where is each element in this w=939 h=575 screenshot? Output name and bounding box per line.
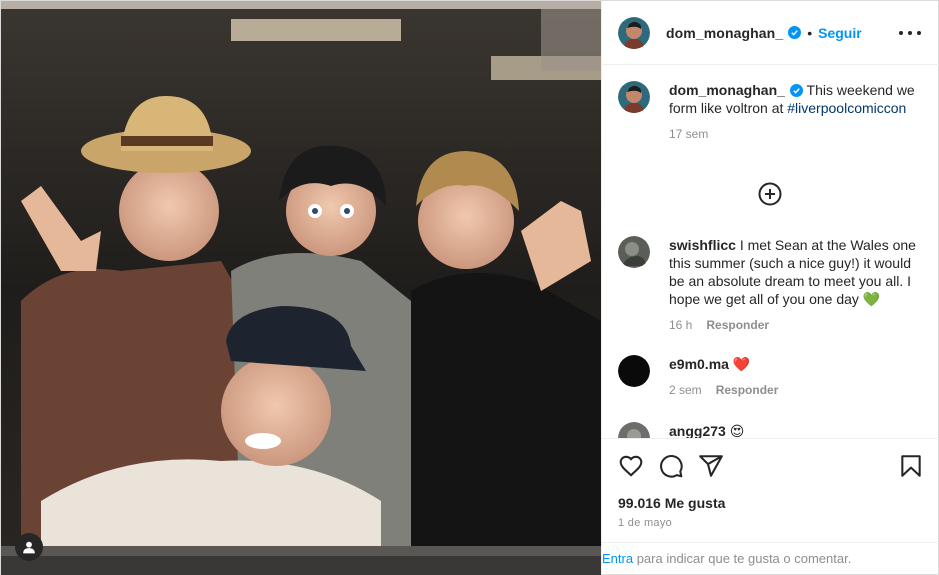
login-prompt-text: para indicar que te gusta o comentar. [633, 551, 852, 566]
comment-timestamp[interactable]: 16 h [669, 318, 692, 332]
commenter-avatar[interactable] [618, 236, 650, 268]
login-link[interactable]: Entra [602, 551, 633, 566]
comment-text: swishflicc I met Sean at the Wales one t… [669, 236, 923, 308]
comments-section: dom_monaghan_ This weekend we form like … [602, 66, 939, 438]
comment-item: angg273 😍 [618, 422, 923, 438]
caption-meta: 17 sem [669, 127, 923, 141]
commenter-avatar[interactable] [618, 422, 650, 438]
comment-emoji: 😍 [729, 423, 745, 438]
author-username[interactable]: dom_monaghan_ [666, 25, 783, 41]
verified-badge-icon [789, 84, 803, 97]
post-photo-image [1, 1, 601, 575]
comment-emoji: 💚 [862, 291, 881, 307]
comment-meta: 2 sem Responder [669, 383, 923, 397]
commenter-username[interactable]: e9m0.ma [669, 356, 729, 372]
save-bookmark-icon[interactable] [898, 453, 924, 479]
tagged-users-button[interactable] [15, 533, 43, 561]
comment-item: swishflicc I met Sean at the Wales one t… [618, 236, 923, 332]
follow-button[interactable]: Seguir [818, 25, 862, 41]
comment-text: angg273 😍 [669, 422, 923, 438]
caption-author-avatar[interactable] [618, 81, 650, 113]
instagram-post-modal: dom_monaghan_ • Seguir dom_monaghan_ Thi… [0, 0, 939, 575]
caption-text: dom_monaghan_ This weekend we form like … [669, 81, 923, 117]
likes-count[interactable]: 99.016 Me gusta [618, 495, 725, 511]
tagged-users-icon [23, 541, 35, 554]
comment-item: e9m0.ma ❤️ 2 sem Responder [618, 355, 923, 397]
verified-badge-icon [788, 26, 802, 39]
post-date[interactable]: 1 de mayo [618, 517, 672, 529]
reply-button[interactable]: Responder [716, 383, 779, 397]
login-prompt: Entra para indicar que te gusta o coment… [602, 542, 939, 574]
commenter-username[interactable]: angg273 [669, 423, 726, 438]
caption-timestamp[interactable]: 17 sem [669, 127, 708, 141]
comment-text: e9m0.ma ❤️ [669, 355, 923, 373]
comment-icon[interactable] [658, 453, 684, 479]
caption-author-username[interactable]: dom_monaghan_ [669, 82, 785, 98]
heart-icon[interactable] [618, 453, 644, 479]
post-header: dom_monaghan_ • Seguir [602, 1, 939, 65]
load-more-comments-icon[interactable] [758, 182, 782, 206]
post-side-panel: dom_monaghan_ • Seguir dom_monaghan_ Thi… [601, 1, 939, 574]
caption-hashtag[interactable]: #liverpoolcomiccon [787, 100, 906, 116]
comment-meta: 16 h Responder [669, 318, 923, 332]
comment-timestamp[interactable]: 2 sem [669, 383, 702, 397]
action-buttons [618, 453, 923, 481]
caption: dom_monaghan_ This weekend we form like … [618, 81, 923, 141]
post-actions: 99.016 Me gusta 1 de mayo [602, 438, 939, 542]
post-photo[interactable] [1, 1, 601, 575]
share-icon[interactable] [698, 453, 724, 479]
commenter-avatar[interactable] [618, 355, 650, 387]
more-options-icon[interactable] [899, 24, 921, 42]
author-avatar[interactable] [618, 16, 650, 49]
comment-emoji: ❤️ [732, 356, 751, 372]
separator-dot: • [807, 24, 813, 41]
reply-button[interactable]: Responder [706, 318, 769, 332]
commenter-username[interactable]: swishflicc [669, 237, 736, 253]
